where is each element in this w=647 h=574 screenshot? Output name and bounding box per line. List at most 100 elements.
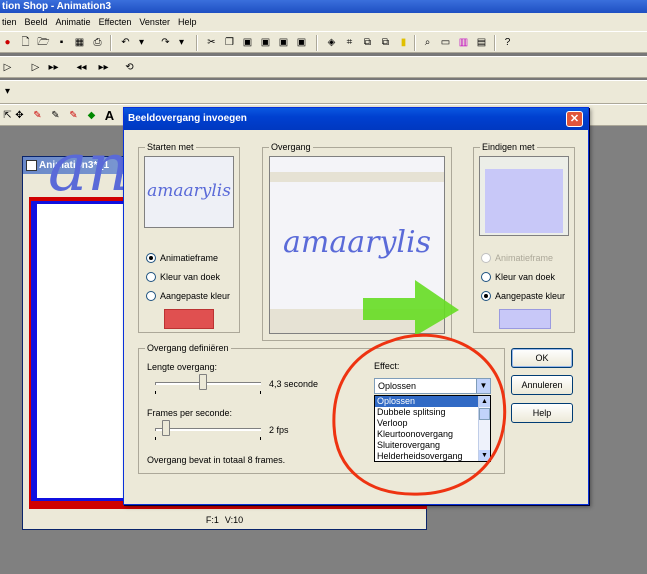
- menubar: tien Beeld Animatie Effecten Venster Hel…: [0, 13, 647, 31]
- menu-file[interactable]: tien: [2, 13, 17, 31]
- cut-icon[interactable]: ✂: [204, 35, 219, 50]
- canvas-text: an: [48, 129, 130, 206]
- paste-icon[interactable]: ▣: [240, 35, 255, 50]
- start-preview-text: amaarylis: [147, 181, 231, 201]
- end-option-canvas[interactable]: Kleur van doek: [481, 272, 555, 282]
- end-option-custom[interactable]: Aangepaste kleur: [481, 291, 565, 301]
- start-group-label: Starten met: [145, 142, 196, 153]
- save-all-icon[interactable]: ▦: [72, 35, 87, 50]
- dropper-tool-icon[interactable]: ✎: [30, 108, 45, 123]
- play-selected-icon[interactable]: ▷: [28, 60, 43, 75]
- play-icon[interactable]: ▷: [0, 60, 15, 75]
- menu-animation[interactable]: Animatie: [56, 13, 91, 31]
- radio[interactable]: [146, 291, 156, 301]
- redo-icon[interactable]: ↷: [158, 35, 173, 50]
- end-group-label: Eindigen met: [480, 142, 537, 153]
- text-tool-icon[interactable]: A: [102, 108, 117, 123]
- dropdown-icon[interactable]: ▾: [0, 84, 15, 99]
- fps-label: Frames per seconde:: [147, 408, 233, 418]
- app-icon[interactable]: ●: [0, 35, 15, 50]
- radio[interactable]: [481, 272, 491, 282]
- playback-toolbar: ▷ ▷ ▸▸ ◂◂ ▸▸ ⟲: [0, 56, 647, 78]
- save-icon[interactable]: ▪: [54, 35, 69, 50]
- main-toolbar: ● 🗋 🗁 ▪ ▦ ⎙ ↶ ▾ ↷ ▾ ✂ ❐ ▣ ▣ ▣ ▣ ◈ ⌗ ⧉ ⧉ …: [0, 31, 647, 53]
- canvas[interactable]: [31, 201, 131, 501]
- redo-dropdown-icon[interactable]: ▾: [174, 35, 189, 50]
- start-option-canvas[interactable]: Kleur van doek: [146, 272, 220, 282]
- end-option-frame: Animatieframe: [481, 253, 553, 263]
- fill-tool-icon[interactable]: ◆: [84, 108, 99, 123]
- start-option-custom-label: Aangepaste kleur: [160, 291, 231, 301]
- first-frame-icon[interactable]: ◂◂: [74, 60, 89, 75]
- crop-icon[interactable]: ⌗: [342, 35, 357, 50]
- undo-icon[interactable]: ↶: [118, 35, 133, 50]
- brush-tool-icon[interactable]: ✎: [48, 108, 63, 123]
- radio[interactable]: [146, 253, 156, 263]
- fps-slider-track[interactable]: [155, 428, 261, 431]
- end-preview: [479, 156, 569, 236]
- print-icon[interactable]: ⎙: [90, 35, 105, 50]
- paste-after-icon[interactable]: ▣: [294, 35, 309, 50]
- length-slider-track[interactable]: [155, 382, 261, 385]
- resize-icon[interactable]: ⧉: [360, 35, 375, 50]
- menu-help[interactable]: Help: [178, 13, 197, 31]
- loop-icon[interactable]: ⟲: [122, 60, 137, 75]
- eraser-tool-icon[interactable]: ✎: [66, 108, 81, 123]
- copy-icon[interactable]: ❐: [222, 35, 237, 50]
- forward-icon[interactable]: ▸▸: [46, 60, 61, 75]
- total-frames-text: Overgang bevat in totaal 8 frames.: [147, 455, 286, 465]
- start-option-canvas-label: Kleur van doek: [160, 272, 221, 282]
- end-option-canvas-label: Kleur van doek: [495, 272, 556, 282]
- start-group: Starten met amaarylis Animatieframe Kleu…: [138, 142, 240, 333]
- frame-props-icon[interactable]: ◈: [324, 35, 339, 50]
- radio[interactable]: [146, 272, 156, 282]
- end-color-swatch[interactable]: [499, 309, 551, 329]
- length-value: 4,3 seconde: [269, 379, 319, 389]
- red-highlight-ellipse: [332, 333, 507, 496]
- filmstrip-icon[interactable]: ▤: [474, 35, 489, 50]
- start-color-swatch[interactable]: [164, 309, 214, 329]
- start-option-frame-label: Animatieframe: [160, 253, 219, 263]
- start-option-frame[interactable]: Animatieframe: [146, 253, 218, 263]
- end-group: Eindigen met Animatieframe Kleur van doe…: [473, 142, 575, 333]
- start-option-custom[interactable]: Aangepaste kleur: [146, 291, 230, 301]
- zoom-icon[interactable]: ⌕: [420, 35, 435, 50]
- start-preview: amaarylis: [144, 156, 234, 228]
- open-folder-icon[interactable]: 🗁: [36, 35, 51, 50]
- view-indicator: V:10: [224, 515, 244, 525]
- menu-window[interactable]: Venster: [139, 13, 170, 31]
- end-option-custom-label: Aangepaste kleur: [495, 291, 566, 301]
- new-file-icon[interactable]: 🗋: [18, 35, 33, 50]
- fps-slider-thumb[interactable]: [161, 420, 170, 436]
- undo-dropdown-icon[interactable]: ▾: [134, 35, 149, 50]
- move-tool-icon[interactable]: ✥: [12, 108, 27, 123]
- stretch-icon[interactable]: ⧉: [378, 35, 393, 50]
- frame-view-icon[interactable]: ▭: [438, 35, 453, 50]
- close-button[interactable]: ✕: [566, 111, 583, 127]
- cancel-button[interactable]: Annuleren: [511, 375, 573, 395]
- last-frame-icon[interactable]: ▸▸: [96, 60, 111, 75]
- length-slider-thumb[interactable]: [198, 374, 207, 390]
- menu-effects[interactable]: Effecten: [99, 13, 132, 31]
- document-icon: [26, 160, 37, 171]
- transition-group-label: Overgang: [269, 142, 313, 153]
- radio[interactable]: [481, 291, 491, 301]
- palette-icon[interactable]: ▥: [456, 35, 471, 50]
- animation-status-bar: F:1 V:10: [23, 511, 426, 529]
- green-arrow-icon: [363, 280, 459, 336]
- transition-preview-text: amaarylis: [283, 225, 431, 260]
- end-option-frame-label: Animatieframe: [495, 253, 554, 263]
- style-toolbar: ▾: [0, 80, 647, 104]
- help-button[interactable]: Help: [511, 403, 573, 423]
- define-group-label: Overgang definiëren: [145, 343, 231, 354]
- length-label: Lengte overgang:: [147, 362, 218, 372]
- ok-button[interactable]: OK: [511, 348, 573, 368]
- paste-frame-icon[interactable]: ▣: [258, 35, 273, 50]
- paste-before-icon[interactable]: ▣: [276, 35, 291, 50]
- menu-view[interactable]: Beeld: [25, 13, 48, 31]
- light-icon[interactable]: ▮: [396, 35, 411, 50]
- help-pointer-icon[interactable]: ?: [500, 35, 515, 50]
- app-titlebar: tion Shop - Animation3: [0, 0, 647, 13]
- frame-indicator: F:1: [205, 515, 219, 525]
- dialog-title[interactable]: Beeldovergang invoegen: [124, 108, 588, 130]
